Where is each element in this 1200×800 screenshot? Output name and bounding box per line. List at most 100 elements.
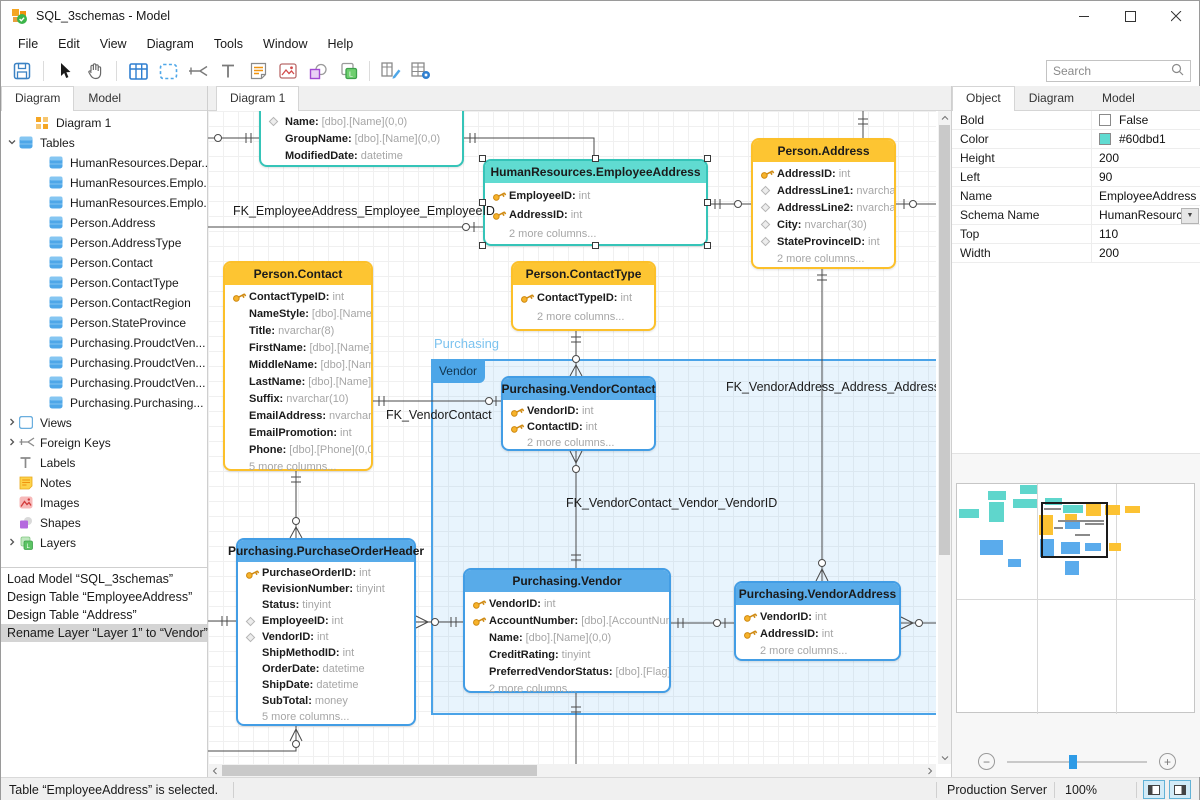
new-label-button[interactable] <box>213 58 243 84</box>
canvas-table-Purchasing.Vendor[interactable]: Purchasing.VendorVendorID:intAccountNumb… <box>463 568 671 693</box>
scroll-down-arrow[interactable] <box>938 751 951 764</box>
canvas-table-cropped[interactable]: Name:[dbo].[Name](0,0)GroupName:[dbo].[N… <box>259 111 464 167</box>
tab-left-diagram[interactable]: Diagram <box>1 86 74 111</box>
tab-props-diagram[interactable]: Diagram <box>1015 86 1088 110</box>
tab-props-model[interactable]: Model <box>1088 86 1149 110</box>
new-layer-button[interactable]: L <box>333 58 363 84</box>
horizontal-scrollbar[interactable] <box>208 764 936 777</box>
tree-item-views[interactable]: Views <box>1 413 207 433</box>
canvas-table-Purchasing.PurchaseOrderHeader[interactable]: Purchasing.PurchaseOrderHeaderPurchaseOr… <box>236 538 416 726</box>
tab-props-object[interactable]: Object <box>952 86 1015 111</box>
selection-handle[interactable] <box>704 199 711 206</box>
close-button[interactable] <box>1153 1 1199 31</box>
canvas-table-HumanResources.EmployeeAddress[interactable]: HumanResources.EmployeeAddressEmployeeID… <box>483 159 708 246</box>
tree-item-humanresources-emplo-[interactable]: HumanResources.Emplo... <box>1 193 207 213</box>
save-button[interactable] <box>7 58 37 84</box>
property-row-left[interactable]: Left90 <box>952 168 1200 187</box>
selection-handle[interactable] <box>592 242 599 249</box>
chevron-right-icon[interactable] <box>5 418 19 428</box>
zoom-out-button[interactable]: − <box>978 753 995 770</box>
zoom-slider-track[interactable] <box>1007 761 1147 763</box>
vertical-scrollbar[interactable] <box>938 111 951 764</box>
property-row-color[interactable]: Color#60dbd1 <box>952 130 1200 149</box>
minimize-button[interactable] <box>1061 1 1107 31</box>
new-table-button[interactable] <box>123 58 153 84</box>
tree-item-purchasing-purchasing-[interactable]: Purchasing.Purchasing... <box>1 393 207 413</box>
tree-item-shapes[interactable]: Shapes <box>1 513 207 533</box>
new-note-button[interactable] <box>243 58 273 84</box>
tab-diagram-1[interactable]: Diagram 1 <box>216 86 299 111</box>
color-swatch[interactable] <box>1099 133 1111 145</box>
property-value[interactable]: 200 <box>1092 149 1200 167</box>
property-value[interactable]: 200 <box>1092 244 1200 262</box>
tree-item-foreign-keys[interactable]: Foreign Keys <box>1 433 207 453</box>
checkbox-unchecked[interactable] <box>1099 114 1111 126</box>
menu-view[interactable]: View <box>91 34 136 54</box>
zoom-slider-handle[interactable] <box>1069 755 1077 769</box>
menu-file[interactable]: File <box>9 34 47 54</box>
toggle-right-panel-button[interactable] <box>1169 780 1191 799</box>
menu-edit[interactable]: Edit <box>49 34 89 54</box>
canvas-table-Purchasing.VendorContact[interactable]: Purchasing.VendorContactVendorID:intCont… <box>501 376 656 451</box>
property-row-width[interactable]: Width200 <box>952 244 1200 263</box>
selection-handle[interactable] <box>479 155 486 162</box>
property-value[interactable]: 90 <box>1092 168 1200 186</box>
property-value[interactable]: False <box>1092 111 1200 129</box>
vertical-scroll-thumb[interactable] <box>939 125 950 555</box>
tree-item-person-contactregion[interactable]: Person.ContactRegion <box>1 293 207 313</box>
property-row-name[interactable]: NameEmployeeAddress <box>952 187 1200 206</box>
tree-item-notes[interactable]: Notes <box>1 473 207 493</box>
tree-item-person-address[interactable]: Person.Address <box>1 213 207 233</box>
scroll-up-arrow[interactable] <box>938 111 951 124</box>
property-row-schema-name[interactable]: Schema NameHumanResources▼ <box>952 206 1200 225</box>
tab-left-model[interactable]: Model <box>74 86 135 110</box>
menu-window[interactable]: Window <box>254 34 316 54</box>
diagram-overview-minimap[interactable] <box>952 453 1200 746</box>
tree-item-purchasing-proudctven-[interactable]: Purchasing.ProudctVen... <box>1 353 207 373</box>
scroll-right-arrow[interactable] <box>923 764 936 777</box>
tree-item-purchasing-proudctven-[interactable]: Purchasing.ProudctVen... <box>1 333 207 353</box>
horizontal-scroll-thumb[interactable] <box>222 765 537 776</box>
hand-button[interactable] <box>80 58 110 84</box>
fk-relationship-label[interactable]: FK_EmployeeAddress_Employee_EmployeeID <box>233 204 495 218</box>
property-value[interactable]: EmployeeAddress <box>1092 187 1200 205</box>
property-row-height[interactable]: Height200 <box>952 149 1200 168</box>
chevron-right-icon[interactable] <box>5 538 19 548</box>
property-value[interactable]: #60dbd1 <box>1092 130 1200 148</box>
canvas-table-Person.Address[interactable]: Person.AddressAddressID:intAddressLine1:… <box>751 138 896 269</box>
menu-diagram[interactable]: Diagram <box>138 34 203 54</box>
property-row-bold[interactable]: BoldFalse <box>952 111 1200 130</box>
tree-item-labels[interactable]: Labels <box>1 453 207 473</box>
tree-item-person-stateprovince[interactable]: Person.StateProvince <box>1 313 207 333</box>
history-entry[interactable]: Design Table “EmployeeAddress” <box>1 588 207 606</box>
new-image-button[interactable] <box>273 58 303 84</box>
fk-relationship-label[interactable]: FK_VendorContact <box>386 408 492 422</box>
property-value[interactable]: 110 <box>1092 225 1200 243</box>
tree-item-humanresources-depar-[interactable]: HumanResources.Depar... <box>1 153 207 173</box>
tree-item-diagram-1[interactable]: Diagram 1 <box>1 113 207 133</box>
selection-handle[interactable] <box>704 155 711 162</box>
new-relation-button[interactable] <box>183 58 213 84</box>
dropdown-arrow-icon[interactable]: ▼ <box>1181 208 1199 224</box>
selection-handle[interactable] <box>479 199 486 206</box>
minimap-viewport-rect[interactable] <box>1041 502 1108 558</box>
menu-tools[interactable]: Tools <box>205 34 252 54</box>
history-entry[interactable]: Load Model “SQL_3schemas” <box>1 570 207 588</box>
table-options-button[interactable] <box>406 58 436 84</box>
new-region-button[interactable] <box>153 58 183 84</box>
chevron-down-icon[interactable] <box>5 138 19 148</box>
tree-item-purchasing-proudctven-[interactable]: Purchasing.ProudctVen... <box>1 373 207 393</box>
diagram-canvas[interactable]: Purchasing Vendor <box>208 111 936 764</box>
fk-relationship-label[interactable]: FK_VendorAddress_Address_AddressID <box>726 380 936 394</box>
tree-item-humanresources-emplo-[interactable]: HumanResources.Emplo... <box>1 173 207 193</box>
scroll-left-arrow[interactable] <box>208 764 221 777</box>
history-entry[interactable]: Rename Layer “Layer 1” to “Vendor” <box>1 624 207 642</box>
tree-item-layers[interactable]: LLayers <box>1 533 207 553</box>
maximize-button[interactable] <box>1107 1 1153 31</box>
canvas-table-Person.ContactType[interactable]: Person.ContactTypeContactTypeID:int2 mor… <box>511 261 656 331</box>
selection-handle[interactable] <box>704 242 711 249</box>
canvas-table-Purchasing.VendorAddress[interactable]: Purchasing.VendorAddressVendorID:intAddr… <box>734 581 901 661</box>
property-row-top[interactable]: Top110 <box>952 225 1200 244</box>
menu-help[interactable]: Help <box>318 34 362 54</box>
pointer-button[interactable] <box>50 58 80 84</box>
